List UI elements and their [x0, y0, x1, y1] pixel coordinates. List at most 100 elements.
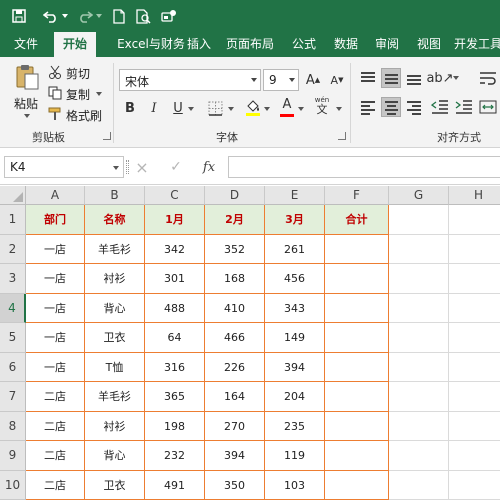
cell-f3[interactable] — [325, 264, 389, 294]
cell-a6[interactable]: 一店 — [26, 353, 85, 383]
cell-b6[interactable]: T恤 — [85, 353, 145, 383]
cell-f6[interactable] — [325, 353, 389, 383]
cell-g7[interactable] — [389, 382, 449, 412]
cell-c7[interactable]: 365 — [145, 382, 205, 412]
cell-g5[interactable] — [389, 323, 449, 353]
cell-e1[interactable]: 3月 — [265, 205, 325, 235]
column-header-c[interactable]: C — [145, 186, 205, 205]
cell-a4[interactable]: 一店 — [26, 294, 85, 324]
row-header-7[interactable]: 7 — [0, 382, 26, 412]
cell-h2[interactable] — [449, 235, 500, 265]
cell-g2[interactable] — [389, 235, 449, 265]
column-header-b[interactable]: B — [85, 186, 145, 205]
print-preview-icon[interactable] — [134, 7, 152, 25]
cell-e2[interactable]: 261 — [265, 235, 325, 265]
cell-d4[interactable]: 410 — [205, 294, 265, 324]
cell-h3[interactable] — [449, 264, 500, 294]
cell-c1[interactable]: 1月 — [145, 205, 205, 235]
copy-icon[interactable] — [47, 85, 63, 101]
cell-a5[interactable]: 一店 — [26, 323, 85, 353]
cell-g6[interactable] — [389, 353, 449, 383]
cell-d1[interactable]: 2月 — [205, 205, 265, 235]
phonetic-icon[interactable]: wén 文 — [312, 95, 332, 117]
undo-dropdown-icon[interactable] — [60, 7, 70, 25]
column-header-h[interactable]: H — [449, 186, 500, 205]
cell-h5[interactable] — [449, 323, 500, 353]
cell-e5[interactable]: 149 — [265, 323, 325, 353]
row-header-9[interactable]: 9 — [0, 441, 26, 471]
row-header-1[interactable]: 1 — [0, 205, 26, 235]
cell-e10[interactable]: 103 — [265, 471, 325, 500]
font-launcher-icon[interactable] — [338, 132, 346, 140]
cell-e4[interactable]: 343 — [265, 294, 325, 324]
undo-icon[interactable] — [42, 7, 60, 25]
tab-home[interactable]: 开始 — [54, 32, 96, 57]
customize-icon[interactable] — [160, 7, 178, 25]
cancel-icon[interactable]: × — [134, 158, 150, 176]
font-size-select[interactable]: 9 — [263, 69, 299, 91]
row-header-10[interactable]: 10 — [0, 471, 26, 500]
phonetic-dropdown-icon[interactable] — [336, 107, 342, 111]
cut-icon[interactable] — [47, 64, 63, 80]
orientation-dropdown-icon[interactable] — [453, 76, 459, 80]
name-box-dropdown-icon[interactable] — [113, 166, 119, 170]
column-header-e[interactable]: E — [265, 186, 325, 205]
new-file-icon[interactable] — [110, 7, 128, 25]
formula-bar-splitter[interactable] — [126, 160, 129, 174]
format-painter-label[interactable]: 格式刷 — [66, 107, 102, 124]
cell-h1[interactable] — [449, 205, 500, 235]
orientation-icon[interactable]: ab↗ — [430, 68, 450, 88]
cell-b10[interactable]: 卫衣 — [85, 471, 145, 500]
middle-align-button[interactable] — [381, 68, 401, 88]
cell-c4[interactable]: 488 — [145, 294, 205, 324]
clipboard-launcher-icon[interactable] — [103, 132, 111, 140]
cell-f2[interactable] — [325, 235, 389, 265]
increase-indent-icon[interactable] — [454, 97, 474, 117]
tab-review[interactable]: 审阅 — [371, 32, 403, 57]
cell-a7[interactable]: 二店 — [26, 382, 85, 412]
cell-c5[interactable]: 64 — [145, 323, 205, 353]
tab-view[interactable]: 视图 — [413, 32, 445, 57]
cell-a10[interactable]: 二店 — [26, 471, 85, 500]
row-header-2[interactable]: 2 — [0, 235, 26, 265]
row-header-4[interactable]: 4 — [0, 294, 26, 324]
cell-d2[interactable]: 352 — [205, 235, 265, 265]
cell-b1[interactable]: 名称 — [85, 205, 145, 235]
cell-f4[interactable] — [325, 294, 389, 324]
borders-icon[interactable] — [206, 99, 224, 117]
redo-dropdown-icon[interactable] — [94, 7, 104, 25]
decrease-indent-icon[interactable] — [430, 97, 450, 117]
name-box[interactable]: K4 — [4, 156, 124, 178]
left-align-button[interactable] — [358, 97, 378, 117]
redo-icon[interactable] — [76, 7, 94, 25]
column-header-g[interactable]: G — [389, 186, 449, 205]
insert-function-icon[interactable]: fx — [200, 158, 218, 176]
copy-dropdown-icon[interactable] — [96, 92, 102, 96]
cell-e3[interactable]: 456 — [265, 264, 325, 294]
cell-f5[interactable] — [325, 323, 389, 353]
cell-f10[interactable] — [325, 471, 389, 500]
font-color-icon[interactable]: A — [279, 97, 295, 117]
cell-a9[interactable]: 二店 — [26, 441, 85, 471]
font-color-dropdown-icon[interactable] — [298, 107, 304, 111]
cell-g4[interactable] — [389, 294, 449, 324]
fill-color-icon[interactable] — [244, 97, 262, 117]
cell-b4[interactable]: 背心 — [85, 294, 145, 324]
underline-dropdown-icon[interactable] — [188, 107, 194, 111]
increase-font-icon[interactable]: A▲ — [305, 71, 321, 89]
cell-e6[interactable]: 394 — [265, 353, 325, 383]
cut-label[interactable]: 剪切 — [66, 65, 90, 82]
copy-label[interactable]: 复制 — [66, 86, 90, 103]
decrease-font-icon[interactable]: A▼ — [329, 71, 345, 89]
cell-f7[interactable] — [325, 382, 389, 412]
cell-d6[interactable]: 226 — [205, 353, 265, 383]
column-header-d[interactable]: D — [205, 186, 265, 205]
cell-b2[interactable]: 羊毛衫 — [85, 235, 145, 265]
cell-d5[interactable]: 466 — [205, 323, 265, 353]
column-header-f[interactable]: F — [325, 186, 389, 205]
cell-b5[interactable]: 卫衣 — [85, 323, 145, 353]
top-align-button[interactable] — [358, 68, 378, 88]
cell-g3[interactable] — [389, 264, 449, 294]
cell-a1[interactable]: 部门 — [26, 205, 85, 235]
format-painter-icon[interactable] — [47, 106, 63, 122]
